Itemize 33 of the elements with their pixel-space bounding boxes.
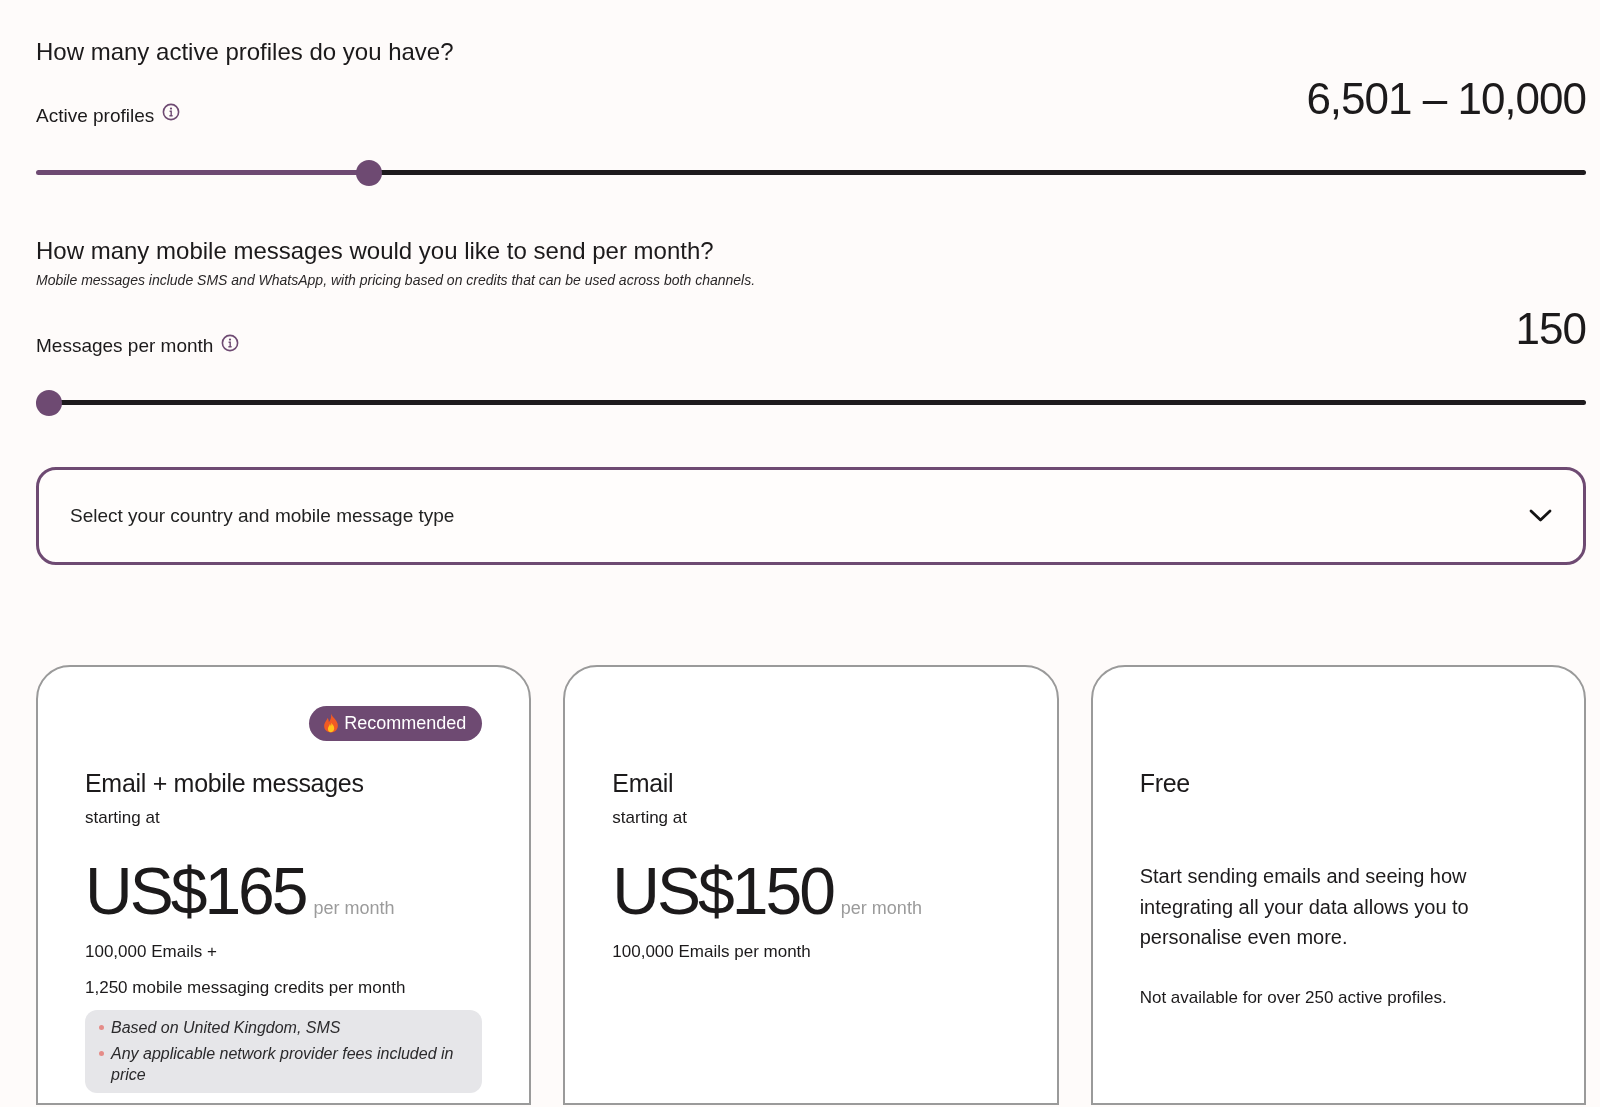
bullet-icon [99,1025,104,1031]
plan-name: Free [1139,768,1191,798]
tag-text: Recommended [344,714,467,733]
country-select[interactable]: Select your country and mobile message type [36,467,1586,565]
slider-label: Messages per month [36,335,214,358]
plan-feature: 1,250 mobile messaging credits per month [85,977,407,999]
plan-description: Start sending emails and seeing how integrating all your data allows you to personalise even more. [1139,864,1470,951]
question-note: Mobile messages include SMS and WhatsApp, with pricing based on credits that can be used across both channels. [36,272,757,290]
plan-name: Email + mobile messages [85,768,365,798]
slider-thumb[interactable] [356,159,383,186]
question-heading: How many active profiles do you have? [36,38,455,67]
question-heading: How many mobile messages would you like to send per month? [36,236,715,266]
slider-thumb[interactable] [36,390,62,416]
price-period: per month [313,899,395,918]
slider-value: 150 [1515,307,1586,352]
price-caption: starting at [85,808,161,829]
fine-print-text: Based on United Kingdom, SMS [111,1018,341,1039]
chevron-icon [1529,509,1552,523]
bullet-icon [99,1051,104,1057]
plan-availability: Not available for over 250 active profiles. [1139,987,1448,1009]
price-period: per month [840,899,922,918]
slider-value: 6,501 – 10,000 [1306,76,1586,121]
info-icon[interactable] [162,103,181,122]
plan-feature: 100,000 Emails per month [612,942,812,963]
plan-price: US$150 [612,858,833,925]
flame-icon [323,713,340,734]
plan-price: US$165 [85,858,306,925]
plan-name: Email [612,768,675,798]
info-icon[interactable] [221,333,240,352]
plan-feature: 100,000 Emails + [85,942,218,963]
price-caption: starting at [612,808,688,829]
slider-label: Active profiles [36,104,155,128]
fine-print-text: Any applicable network provider fees included in price [111,1044,455,1086]
